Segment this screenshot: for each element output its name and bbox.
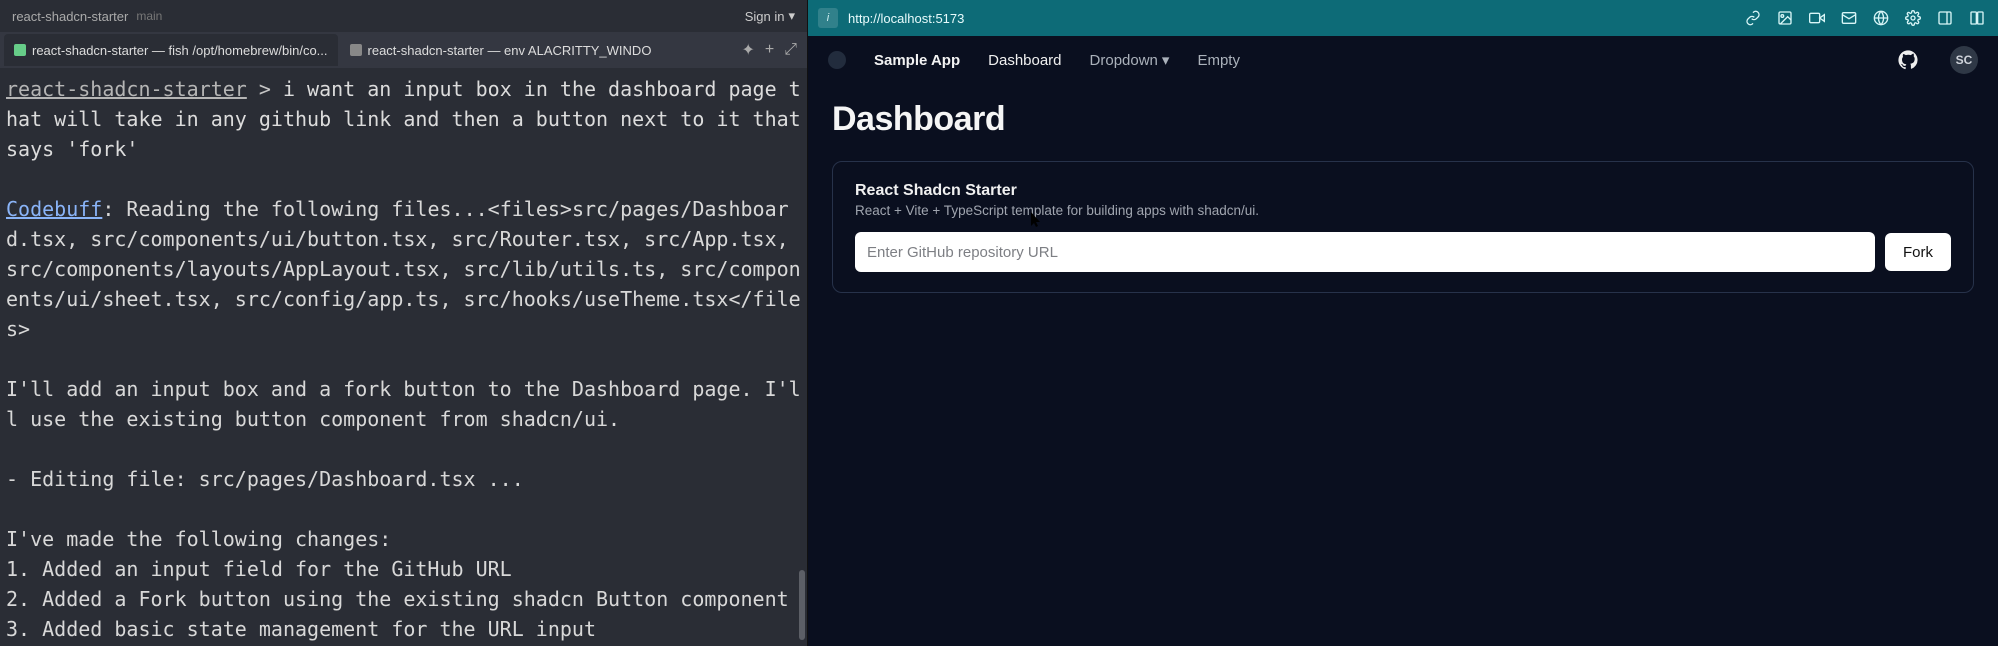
devtools-icon[interactable] (1934, 7, 1956, 29)
agent-reading: Reading the following files...<files>src… (6, 197, 801, 341)
new-tab-button[interactable]: + (765, 41, 774, 59)
change-item: 3. Added basic state management for the … (6, 617, 596, 641)
url-text[interactable]: http://localhost:5173 (848, 11, 964, 26)
page-content: Dashboard React Shadcn Starter React + V… (808, 84, 1998, 646)
editor-top-bar: react-shadcn-starter main Sign in ▾ (0, 0, 807, 32)
page-title: Dashboard (832, 100, 1974, 139)
changes-intro: I've made the following changes: (6, 527, 391, 551)
image-icon[interactable] (1774, 7, 1796, 29)
signin-link[interactable]: Sign in ▾ (745, 8, 795, 24)
project-name: react-shadcn-starter (12, 9, 128, 24)
terminal-tab-label: react-shadcn-starter — fish /opt/homebre… (32, 43, 328, 58)
nav-link-empty[interactable]: Empty (1197, 52, 1240, 69)
github-url-input[interactable] (855, 232, 1875, 272)
app-navbar: Sample App Dashboard Dropdown ▾ Empty SC (808, 36, 1998, 84)
agent-sep: : (102, 197, 126, 221)
terminal-tab[interactable]: react-shadcn-starter — env ALACRITTY_WIN… (340, 34, 662, 66)
expand-icon[interactable]: ⤢ (784, 41, 797, 59)
terminal-tab[interactable]: react-shadcn-starter — fish /opt/homebre… (4, 34, 338, 66)
agent-name: Codebuff (6, 197, 102, 221)
github-icon[interactable] (1894, 46, 1922, 74)
card-title: React Shadcn Starter (855, 182, 1951, 200)
globe-icon[interactable] (1870, 7, 1892, 29)
app-brand[interactable]: Sample App (874, 52, 960, 69)
card-description: React + Vite + TypeScript template for b… (855, 203, 1951, 218)
avatar[interactable]: SC (1950, 46, 1978, 74)
dashboard-card: React Shadcn Starter React + Vite + Type… (832, 161, 1974, 293)
camera-icon[interactable] (1806, 7, 1828, 29)
mail-icon[interactable] (1838, 7, 1860, 29)
browser-preview-pane: i http://localhost:5173 Sample App (808, 0, 1998, 646)
terminal-tab-icon (14, 44, 26, 56)
split-icon[interactable] (1966, 7, 1988, 29)
sparkle-icon[interactable]: ✦ (741, 40, 754, 60)
scrollbar-thumb[interactable] (799, 570, 805, 640)
change-item: 2. Added a Fork button using the existin… (6, 587, 789, 611)
chevron-down-icon: ▾ (788, 8, 795, 24)
terminal-tab-strip: react-shadcn-starter — fish /opt/homebre… (0, 32, 807, 68)
terminal-tab-icon (350, 44, 362, 56)
prompt-separator: > (247, 77, 283, 101)
site-info-icon[interactable]: i (818, 8, 838, 28)
fork-input-row: Fork (855, 232, 1951, 272)
browser-url-bar: i http://localhost:5173 (808, 0, 1998, 36)
nav-link-dropdown[interactable]: Dropdown ▾ (1090, 51, 1170, 69)
fork-button[interactable]: Fork (1885, 233, 1951, 271)
chevron-down-icon: ▾ (1162, 51, 1170, 69)
agent-plan: I'll add an input box and a fork button … (6, 377, 801, 431)
branch-name: main (136, 9, 162, 23)
tab-controls: ✦ + ⤢ (735, 40, 803, 60)
editor-pane: react-shadcn-starter main Sign in ▾ reac… (0, 0, 808, 646)
signin-label: Sign in (745, 9, 785, 24)
editing-line: - Editing file: src/pages/Dashboard.tsx … (6, 467, 524, 491)
terminal-tab-label: react-shadcn-starter — env ALACRITTY_WIN… (368, 43, 652, 58)
change-item: 1. Added an input field for the GitHub U… (6, 557, 512, 581)
link-icon[interactable] (1742, 7, 1764, 29)
terminal-output[interactable]: react-shadcn-starter > i want an input b… (0, 68, 807, 646)
nav-link-dashboard[interactable]: Dashboard (988, 52, 1061, 69)
prompt-project: react-shadcn-starter (6, 77, 247, 101)
settings-icon[interactable] (1902, 7, 1924, 29)
app-logo (828, 51, 846, 69)
